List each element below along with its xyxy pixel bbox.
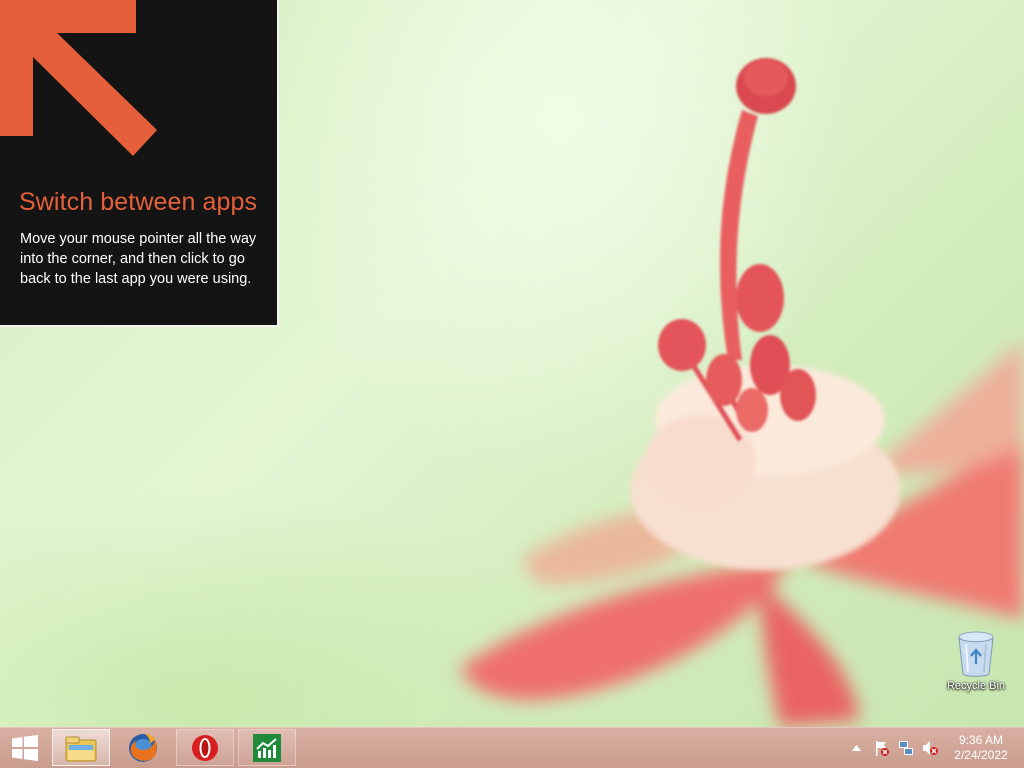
clock-time: 9:36 AM (958, 733, 1004, 747)
taskbar-clock[interactable]: 9:36 AM 2/24/2022 (946, 733, 1016, 763)
arrow-up-left-icon (0, 0, 157, 156)
switch-apps-tip-panel: Switch between apps Move your mouse poin… (0, 0, 279, 327)
recycle-bin-label: Recycle Bin (946, 680, 1006, 692)
desktop-icon-recycle-bin[interactable]: Recycle Bin (938, 630, 1014, 692)
show-hidden-icons-icon[interactable] (852, 744, 861, 751)
chart-app-icon (253, 733, 281, 762)
taskbar-app-chart[interactable] (238, 729, 296, 766)
start-button[interactable] (0, 728, 50, 768)
desktop[interactable]: Switch between apps Move your mouse poin… (0, 0, 1024, 727)
taskbar-app-opera[interactable] (176, 729, 234, 766)
network-icon[interactable] (898, 740, 914, 756)
tip-body: Move your mouse pointer all the way into… (20, 231, 257, 287)
clock-date: 2/24/2022 (954, 748, 1008, 762)
opera-icon (192, 734, 218, 761)
windows-logo-icon (12, 735, 38, 761)
firefox-icon (129, 733, 157, 762)
volume-muted-icon[interactable] (922, 740, 938, 756)
tip-title: Switch between apps (19, 188, 258, 216)
file-explorer-icon (65, 736, 97, 761)
taskbar: 9:36 AM 2/24/2022 (0, 727, 1024, 768)
action-center-flag-icon[interactable] (874, 740, 890, 756)
taskbar-app-firefox[interactable] (114, 729, 172, 766)
taskbar-app-file-explorer[interactable] (52, 729, 110, 766)
recycle-bin-icon (958, 631, 994, 677)
